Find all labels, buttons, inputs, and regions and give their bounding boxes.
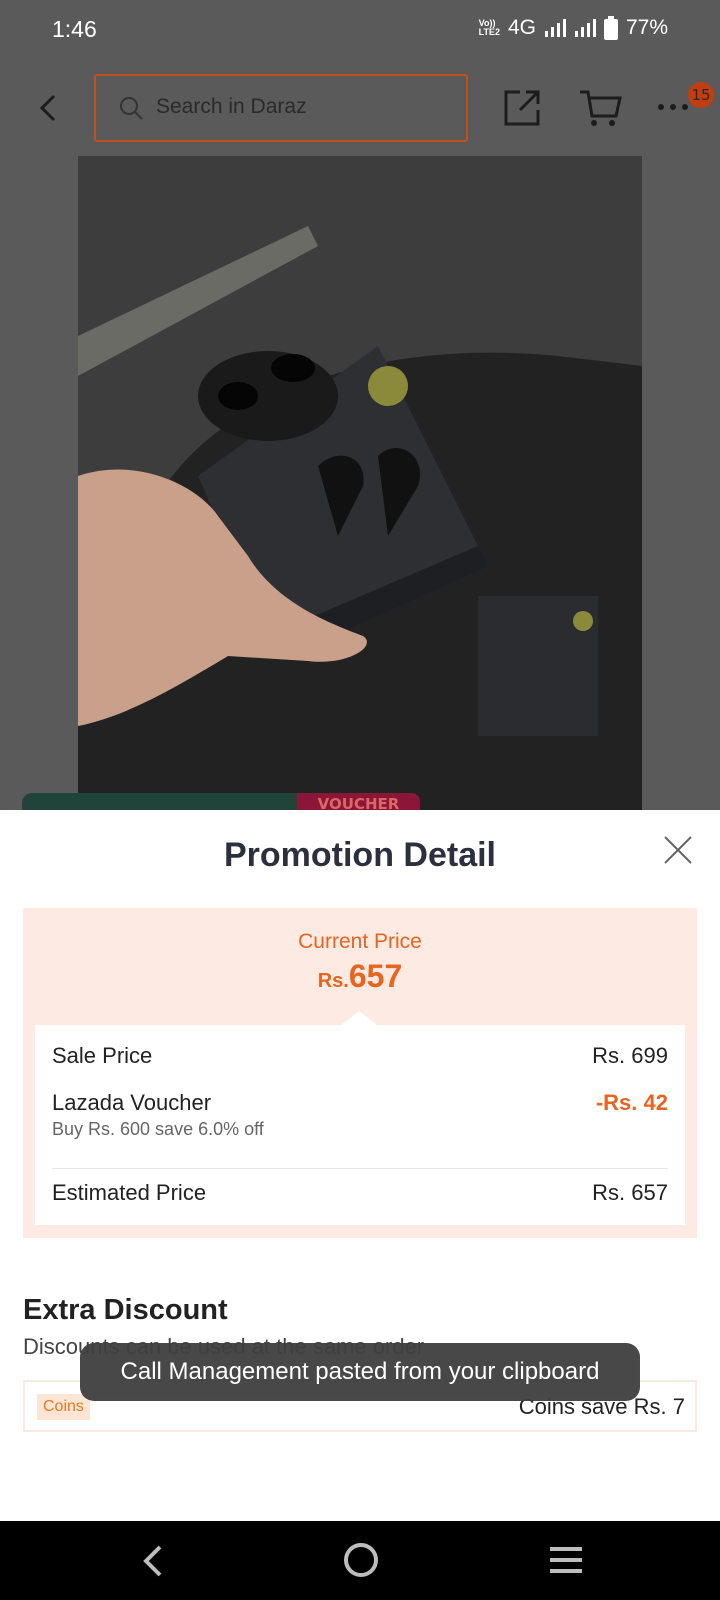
search-input[interactable]: Search in Daraz xyxy=(94,74,468,142)
price-breakdown-card: Sale Price Rs. 699 Lazada Voucher -Rs. 4… xyxy=(35,1025,685,1225)
search-icon xyxy=(120,97,143,120)
status-icons: Vo)) LTE2 4G 77% xyxy=(479,16,668,40)
estimated-price-label: Estimated Price xyxy=(52,1180,207,1205)
product-photo-illustration xyxy=(78,156,642,810)
sale-price-row: Sale Price Rs. 699 xyxy=(52,1043,668,1069)
extra-discount-title: Extra Discount xyxy=(23,1294,228,1326)
voucher-row: Lazada Voucher -Rs. 42 xyxy=(52,1090,668,1116)
top-bar: Search in Daraz 15 xyxy=(0,70,720,146)
close-icon[interactable] xyxy=(662,834,694,866)
status-time: 1:46 xyxy=(52,16,97,42)
promo-tab-left xyxy=(22,793,297,811)
status-bar: 1:46 Vo)) LTE2 4G 77% xyxy=(0,0,720,60)
voucher-tab: VOUCHER xyxy=(297,793,420,811)
sheet-title: Promotion Detail xyxy=(223,836,497,874)
sale-price-label: Sale Price xyxy=(52,1043,153,1068)
voucher-label: Lazada Voucher xyxy=(52,1090,212,1115)
search-placeholder: Search in Daraz xyxy=(156,95,307,118)
nav-back-icon[interactable] xyxy=(138,1543,168,1579)
divider xyxy=(52,1168,668,1169)
signal-icon xyxy=(544,19,566,37)
currency-symbol: Rs. xyxy=(317,970,349,992)
current-price-number: 657 xyxy=(348,958,403,994)
nav-home-icon[interactable] xyxy=(342,1541,380,1579)
clipboard-toast: Call Management pasted from your clipboa… xyxy=(80,1343,640,1401)
volte-icon: Vo)) LTE2 xyxy=(479,19,500,37)
cart-icon[interactable] xyxy=(578,88,622,128)
current-price-label: Current Price xyxy=(298,930,422,953)
card-pointer xyxy=(341,1011,377,1025)
back-icon[interactable] xyxy=(30,90,66,126)
current-price-value: Rs.657 xyxy=(23,958,697,995)
estimated-price-value: Rs. 657 xyxy=(592,1180,668,1205)
estimated-price-row: Estimated Price Rs. 657 xyxy=(52,1180,668,1206)
coins-tag: Coins xyxy=(37,1394,90,1420)
notification-badge: 15 xyxy=(688,82,714,108)
voucher-value: -Rs. 42 xyxy=(595,1090,668,1115)
nav-menu-icon[interactable] xyxy=(548,1545,584,1575)
network-type: 4G xyxy=(507,16,536,39)
promotion-detail-sheet: Promotion Detail Current Price Rs.657 Sa… xyxy=(0,810,720,1521)
share-icon[interactable] xyxy=(502,88,542,128)
battery-level: 77% xyxy=(625,16,668,39)
voucher-condition: Buy Rs. 600 save 6.0% off xyxy=(52,1119,264,1139)
signal-icon-2 xyxy=(574,19,596,37)
sale-price-value: Rs. 699 xyxy=(592,1043,668,1068)
product-image[interactable] xyxy=(78,156,642,810)
promo-tab: VOUCHER xyxy=(22,793,420,811)
volte-bottom-text: LTE2 xyxy=(478,27,500,37)
price-summary-panel: Current Price Rs.657 Sale Price Rs. 699 … xyxy=(23,908,697,1238)
system-nav-bar xyxy=(0,1521,720,1600)
battery-icon xyxy=(603,16,618,40)
